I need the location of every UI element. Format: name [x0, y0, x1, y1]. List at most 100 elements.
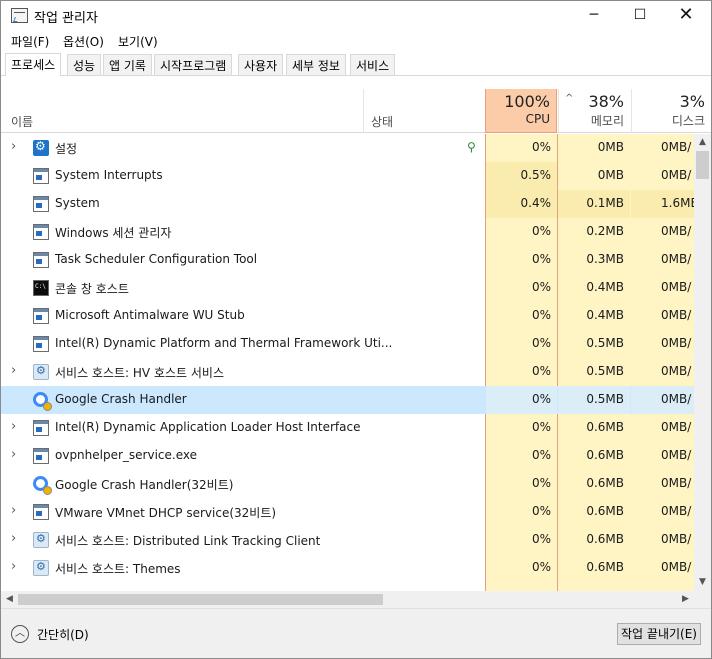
process-row[interactable]: Google Crash Handler(32비트) 0% 0.6MB 0MB/ [1, 470, 694, 498]
process-name: 서비스 호스트: Distributed Link Tracking Clien… [55, 534, 321, 548]
process-row[interactable]: System Interrupts 0.5% 0MB 0MB/ [1, 162, 694, 190]
cpu-value: 0% [531, 448, 551, 462]
process-row[interactable]: › VMware VMnet DHCP service(32비트) 0% 0.6MB 0… [1, 498, 694, 526]
process-name: Google Crash Handler(32비트) [55, 478, 234, 492]
process-name: Task Scheduler Configuration Tool [55, 252, 258, 266]
menu-bar: 파일(F) 옵션(O) 보기(V) [1, 31, 711, 51]
menu-options[interactable]: 옵션(O) [63, 33, 104, 50]
process-row[interactable]: › Intel(R) Dynamic Application Loader Hos… [1, 414, 694, 442]
scrollbar-corner [694, 591, 711, 608]
tab-startup[interactable]: 시작프로그램 [154, 54, 233, 75]
title-bar[interactable]: 작업 관리자 ─ ☐ ✕ [1, 1, 711, 31]
scroll-right-icon[interactable]: ▶ [677, 591, 694, 608]
memory-value: 0.5MB [558, 386, 630, 414]
process-row[interactable]: › 설정 ⚲ 0% 0MB 0MB/ [1, 134, 694, 162]
scroll-left-icon[interactable]: ◀ [1, 591, 18, 608]
process-row[interactable]: Microsoft Antimalware WU Stub 0% 0.4MB 0MB/ [1, 302, 694, 330]
tab-app-history[interactable]: 앱 기록 [103, 54, 152, 75]
app-window-icon [33, 336, 49, 352]
memory-column-label: 메모리 [590, 114, 624, 128]
console-icon [33, 280, 49, 296]
expand-chevron-icon[interactable]: › [11, 448, 21, 461]
minimize-button[interactable]: ─ [571, 1, 617, 31]
disk-value: 0MB/ [661, 532, 692, 546]
app-window-icon [33, 308, 49, 324]
disk-value: 0MB/ [661, 168, 692, 182]
scroll-up-icon[interactable]: ▲ [694, 134, 711, 151]
disk-value: 0MB/ [661, 308, 692, 322]
process-name: ovpnhelper_service.exe [55, 448, 198, 462]
process-row[interactable]: › ovpnhelper_service.exe 0% 0.6MB 0MB/ [1, 442, 694, 470]
disk-value: 0MB/ [661, 224, 692, 238]
process-name: Google Crash Handler [55, 392, 187, 406]
expand-chevron-icon[interactable]: › [11, 532, 21, 545]
process-row[interactable]: › 서비스 호스트: Distributed Link Tracking Clie… [1, 526, 694, 554]
chrome-icon [33, 476, 52, 495]
disk-value: 0MB/ [661, 448, 692, 462]
app-window-icon [33, 224, 49, 240]
disk-value: 0MB/ [661, 280, 692, 294]
close-button[interactable]: ✕ [663, 1, 709, 31]
process-row[interactable]: › 서비스 호스트: HV 호스트 서비스 0% 0.5MB 0MB/ [1, 358, 694, 386]
process-row[interactable]: › 서비스 호스트: Themes 0% 0.6MB 0MB/ [1, 554, 694, 582]
app-window-icon [33, 252, 49, 268]
process-row[interactable]: 콘솔 창 호스트 0% 0.4MB 0MB/ [1, 274, 694, 302]
vertical-scroll-thumb[interactable] [696, 151, 709, 179]
app-window-icon [33, 168, 49, 184]
service-gear-icon [33, 532, 49, 548]
scroll-down-icon[interactable]: ▼ [694, 574, 711, 591]
process-name: 설정 [55, 142, 78, 156]
process-name: Microsoft Antimalware WU Stub [55, 308, 245, 322]
cpu-value: 0% [531, 532, 551, 546]
cpu-value: 0% [486, 386, 557, 414]
memory-total-percent: 38% [588, 92, 624, 111]
process-row[interactable]: Google Crash Handler 0% 0.5MB 0MB/ [1, 386, 694, 414]
process-name: VMware VMnet DHCP service(32비트) [55, 506, 277, 520]
process-row[interactable]: Windows 세션 관리자 0% 0.2MB 0MB/ [1, 218, 694, 246]
vertical-scrollbar[interactable]: ▲ ▼ [694, 134, 711, 591]
maximize-button[interactable]: ☐ [617, 1, 663, 31]
task-manager-icon [11, 8, 28, 23]
chevron-up-circle-icon: ︿ [11, 625, 29, 643]
efficiency-leaf-icon: ⚲ [467, 140, 476, 154]
expand-chevron-icon[interactable]: › [11, 140, 21, 153]
expand-chevron-icon[interactable]: › [11, 364, 21, 377]
footer-bar: ︿ 간단히(D) 작업 끝내기(E) [1, 608, 711, 658]
menu-view[interactable]: 보기(V) [118, 33, 158, 50]
tab-processes[interactable]: 프로세스 [5, 53, 62, 76]
menu-file[interactable]: 파일(F) [11, 33, 49, 50]
tab-services[interactable]: 서비스 [350, 54, 396, 75]
disk-value: 0MB/ [661, 560, 692, 574]
tab-bar: 프로세스 성능 앱 기록 시작프로그램 사용자 세부 정보 서비스 [1, 53, 711, 76]
process-list: › 설정 ⚲ 0% 0MB 0MB/System Interrupts 0.5% 0MB 0MB… [1, 134, 694, 591]
column-disk[interactable]: 3% 디스크 [631, 89, 711, 133]
end-task-button[interactable]: 작업 끝내기(E) [617, 623, 701, 645]
column-divider [363, 89, 364, 133]
memory-value: 0.6MB [586, 476, 624, 490]
horizontal-scrollbar[interactable]: ◀ ▶ [1, 591, 694, 608]
service-gear-icon [33, 364, 49, 380]
tab-details[interactable]: 세부 정보 [286, 54, 346, 75]
memory-value: 0.4MB [586, 308, 624, 322]
process-name: System [55, 196, 100, 210]
disk-value: 0MB/ [661, 504, 692, 518]
tab-users[interactable]: 사용자 [238, 54, 284, 75]
memory-value: 0.6MB [586, 560, 624, 574]
process-name: Intel(R) Dynamic Platform and Thermal Fr… [55, 336, 393, 350]
horizontal-scroll-thumb[interactable] [18, 594, 383, 605]
column-name[interactable]: 이름 [11, 113, 33, 130]
process-row[interactable]: Intel(R) Dynamic Platform and Thermal Fr… [1, 330, 694, 358]
process-row[interactable]: Task Scheduler Configuration Tool 0% 0.3MB… [1, 246, 694, 274]
column-cpu[interactable]: 100% CPU [485, 89, 557, 133]
expand-chevron-icon[interactable]: › [11, 420, 21, 433]
process-row[interactable]: System 0.4%0.1MB1.6MB/ [1, 190, 694, 218]
disk-value: 0MB/ [661, 364, 692, 378]
expand-chevron-icon[interactable]: › [11, 560, 21, 573]
expand-chevron-icon[interactable]: › [11, 504, 21, 517]
tab-performance[interactable]: 성능 [67, 54, 102, 75]
memory-value: 0.4MB [586, 280, 624, 294]
column-memory[interactable]: 38% 메모리 [558, 89, 630, 133]
process-row-partial[interactable] [1, 582, 694, 591]
column-status[interactable]: 상태 [371, 113, 393, 130]
cpu-value: 0% [531, 504, 551, 518]
